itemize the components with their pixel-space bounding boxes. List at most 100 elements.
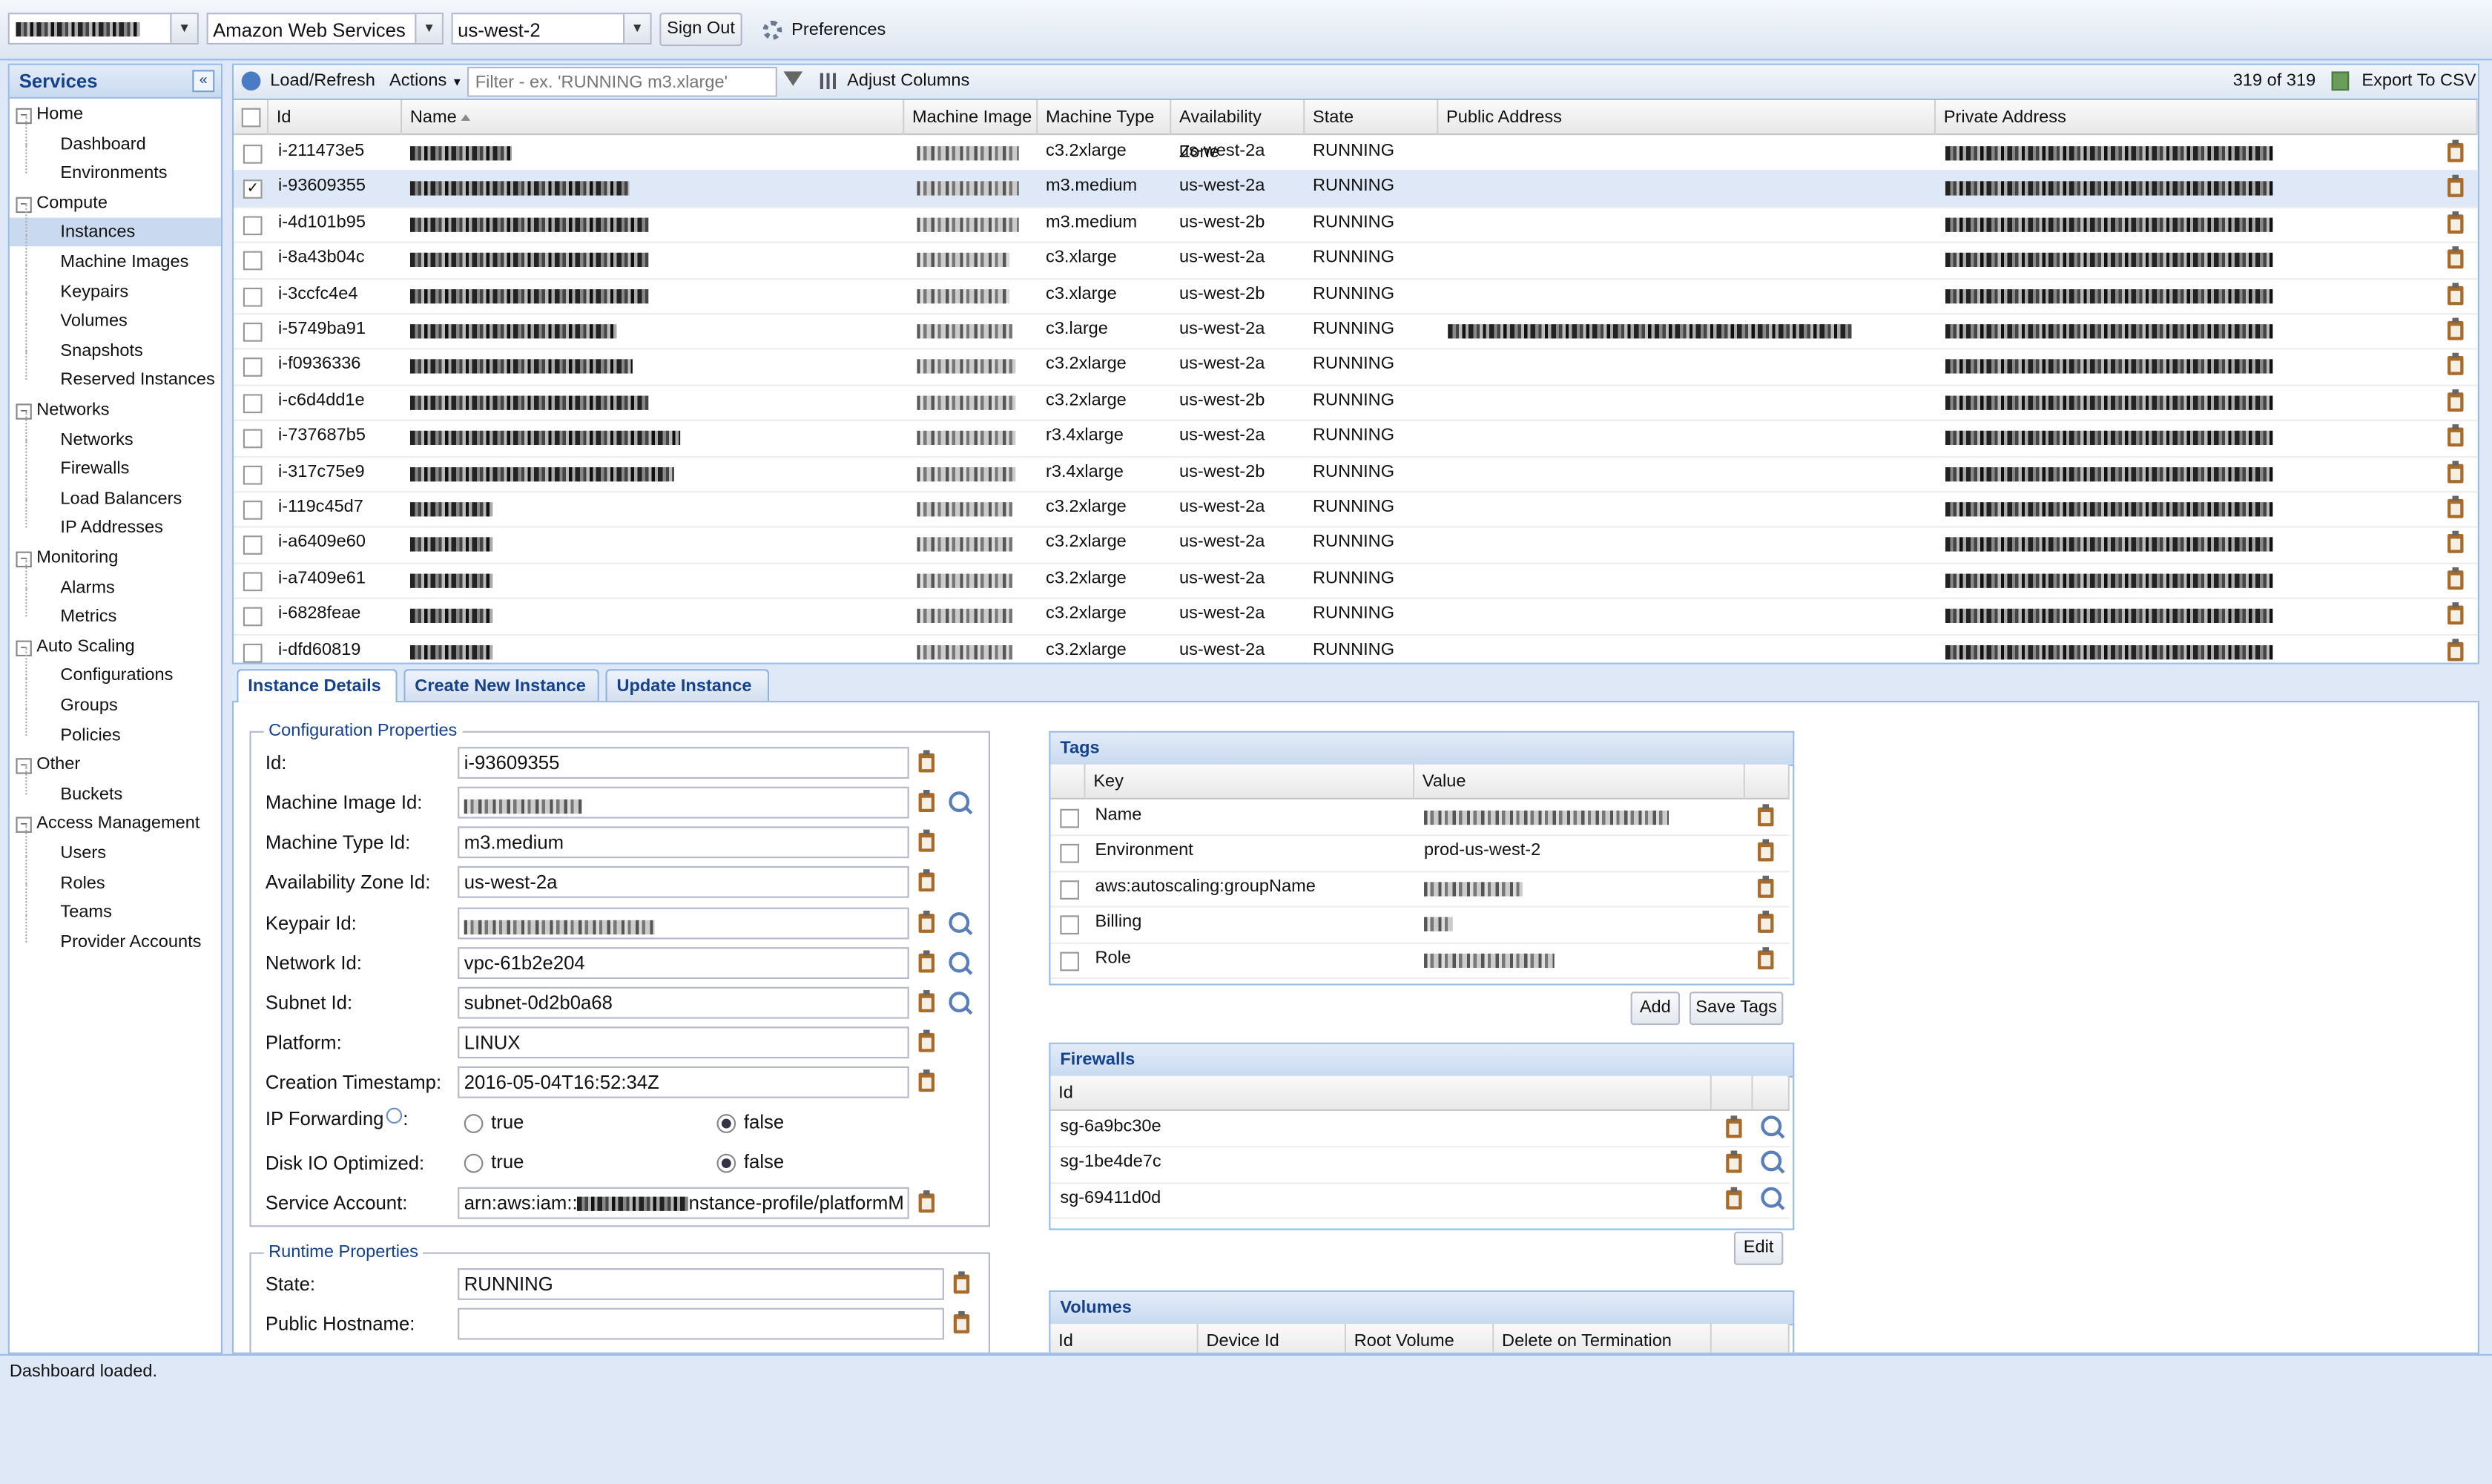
disk-io-false-radio[interactable] xyxy=(716,1153,736,1173)
collapse-toggle-icon[interactable]: − xyxy=(16,551,32,568)
row-checkbox[interactable] xyxy=(243,464,263,484)
col-header-public-address[interactable]: Public Address xyxy=(1438,100,1936,136)
chevron-down-icon[interactable]: ▼ xyxy=(623,14,650,43)
clipboard-icon[interactable] xyxy=(918,990,935,1013)
volumes-col-device-id[interactable]: Device Id xyxy=(1198,1324,1347,1353)
clipboard-icon[interactable] xyxy=(2448,495,2464,518)
sidebar-group-access-management[interactable]: − Access Management xyxy=(10,810,221,839)
table-row[interactable]: i-c6d4dd1e c3.2xlarge us-west-2b RUNNING xyxy=(234,384,2478,422)
row-checkbox[interactable] xyxy=(243,357,263,377)
availability-zone-field[interactable]: us-west-2a xyxy=(458,865,909,898)
col-header-name[interactable]: Name xyxy=(402,100,905,136)
sidebar-group-other[interactable]: − Other xyxy=(10,751,221,779)
tags-col-value[interactable]: Value xyxy=(1414,764,1745,799)
search-icon[interactable] xyxy=(949,791,970,813)
table-row[interactable]: i-6828feae c3.2xlarge us-west-2a RUNNING xyxy=(234,598,2478,636)
cloud-select[interactable]: Amazon Web Services ▼ xyxy=(206,13,444,45)
edit-firewalls-button[interactable]: Edit xyxy=(1733,1231,1784,1265)
clipboard-icon[interactable] xyxy=(1758,946,1774,969)
sidebar-item-provider-accounts[interactable]: Provider Accounts xyxy=(10,913,221,957)
search-icon[interactable] xyxy=(1761,1115,1782,1137)
table-row[interactable]: ✓ i-93609355 m3.medium us-west-2a RUNNING xyxy=(234,171,2478,208)
id-field[interactable]: i-93609355 xyxy=(458,747,909,779)
row-checkbox[interactable] xyxy=(243,535,263,555)
filter-input[interactable] xyxy=(467,67,777,97)
chevron-down-icon[interactable]: ▼ xyxy=(415,14,442,43)
tag-row[interactable]: Role xyxy=(1050,942,1790,979)
disk-io-true-radio[interactable] xyxy=(464,1153,484,1173)
tag-row[interactable]: Name xyxy=(1050,799,1790,837)
tag-row[interactable]: Environment prod-us-west-2 xyxy=(1050,835,1790,872)
search-icon[interactable] xyxy=(1761,1187,1782,1208)
sidebar-item-machine-images[interactable]: Machine Images xyxy=(10,234,221,277)
sidebar-item-keypairs[interactable]: Keypairs xyxy=(10,263,221,306)
collapse-toggle-icon[interactable]: − xyxy=(16,758,32,774)
collapse-icon[interactable]: « xyxy=(192,70,215,93)
clipboard-icon[interactable] xyxy=(2448,531,2464,554)
machine-type-field[interactable]: m3.medium xyxy=(458,826,909,859)
collapse-toggle-icon[interactable]: − xyxy=(16,403,32,420)
table-row[interactable]: i-f0936336 c3.2xlarge us-west-2a RUNNING xyxy=(234,349,2478,386)
chevron-down-icon[interactable]: ▼ xyxy=(170,14,197,43)
table-row[interactable]: i-737687b5 r3.4xlarge us-west-2a RUNNING xyxy=(234,420,2478,458)
sidebar-item-instances[interactable]: Instances xyxy=(9,204,221,247)
clipboard-icon[interactable] xyxy=(953,1310,970,1333)
ip-forwarding-false-radio[interactable] xyxy=(716,1114,736,1133)
clipboard-icon[interactable] xyxy=(2448,460,2464,483)
clipboard-icon[interactable] xyxy=(918,829,935,852)
save-tags-button[interactable]: Save Tags xyxy=(1689,992,1784,1026)
sidebar-group-monitoring[interactable]: − Monitoring xyxy=(10,544,221,573)
row-checkbox[interactable] xyxy=(243,572,263,591)
row-checkbox[interactable] xyxy=(243,643,263,662)
tab-instance-details[interactable]: Instance Details xyxy=(237,669,398,703)
tag-row[interactable]: Billing xyxy=(1050,906,1790,943)
platform-field[interactable]: LINUX xyxy=(458,1026,909,1059)
clipboard-icon[interactable] xyxy=(2448,353,2464,376)
clipboard-icon[interactable] xyxy=(918,910,935,933)
tag-row[interactable]: aws:autoscaling:groupName xyxy=(1050,871,1790,908)
clipboard-icon[interactable] xyxy=(2448,317,2464,340)
volumes-col-delete-on-termination[interactable]: Delete on Termination xyxy=(1494,1324,1712,1353)
clipboard-icon[interactable] xyxy=(2448,211,2464,234)
row-checkbox[interactable] xyxy=(243,251,263,271)
col-header-state[interactable]: State xyxy=(1305,100,1439,136)
sidebar-item-metrics[interactable]: Metrics xyxy=(10,588,221,632)
creation-timestamp-field[interactable]: 2016-05-04T16:52:34Z xyxy=(458,1066,909,1098)
sidebar-item-policies[interactable]: Policies xyxy=(10,706,221,750)
clipboard-icon[interactable] xyxy=(918,950,935,973)
sidebar-item-dashboard[interactable]: Dashboard xyxy=(10,115,221,159)
select-all-checkbox[interactable] xyxy=(241,108,261,128)
clipboard-icon[interactable] xyxy=(1758,911,1774,934)
firewall-row[interactable]: sg-69411d0d xyxy=(1050,1182,1790,1220)
sidebar-item-roles[interactable]: Roles xyxy=(10,854,221,897)
row-checkbox[interactable] xyxy=(243,145,263,164)
search-icon[interactable] xyxy=(949,912,970,933)
clipboard-icon[interactable] xyxy=(918,1069,935,1092)
tag-row-checkbox[interactable] xyxy=(1060,915,1080,935)
table-row[interactable]: i-5749ba91 c3.large us-west-2a RUNNING xyxy=(234,313,2478,351)
sidebar-item-alarms[interactable]: Alarms xyxy=(10,558,221,602)
sidebar-item-volumes[interactable]: Volumes xyxy=(10,292,221,336)
sidebar-item-ip-addresses[interactable]: IP Addresses xyxy=(10,499,221,543)
table-row[interactable]: i-119c45d7 c3.2xlarge us-west-2a RUNNING xyxy=(234,491,2478,529)
collapse-toggle-icon[interactable]: − xyxy=(16,817,32,834)
row-checkbox[interactable] xyxy=(243,607,263,627)
table-row[interactable]: i-a6409e60 c3.2xlarge us-west-2a RUNNING xyxy=(234,527,2478,564)
volumes-col-id[interactable]: Id xyxy=(1050,1324,1199,1353)
sidebar-item-load-balancers[interactable]: Load Balancers xyxy=(10,469,221,513)
search-icon[interactable] xyxy=(1761,1151,1782,1173)
volumes-col-root-volume[interactable]: Root Volume xyxy=(1346,1324,1494,1353)
collapse-toggle-icon[interactable]: − xyxy=(16,108,32,125)
sidebar-item-reserved-instances[interactable]: Reserved Instances xyxy=(10,352,221,395)
firewall-row[interactable]: sg-1be4de7c xyxy=(1050,1147,1790,1184)
tab-create-new-instance[interactable]: Create New Instance xyxy=(403,669,599,702)
table-row[interactable]: i-211473e5 c3.2xlarge us-west-2a RUNNING xyxy=(234,135,2478,173)
actions-menu-button[interactable]: Actions ▼ xyxy=(389,71,463,90)
keypair-field[interactable] xyxy=(458,907,909,940)
tag-row-checkbox[interactable] xyxy=(1060,880,1080,900)
tag-row-checkbox[interactable] xyxy=(1060,951,1080,971)
collapse-toggle-icon[interactable]: − xyxy=(16,640,32,656)
col-header-machine-type[interactable]: Machine Type xyxy=(1038,100,1172,136)
sidebar-item-users[interactable]: Users xyxy=(10,825,221,868)
clipboard-icon[interactable] xyxy=(2448,282,2464,305)
